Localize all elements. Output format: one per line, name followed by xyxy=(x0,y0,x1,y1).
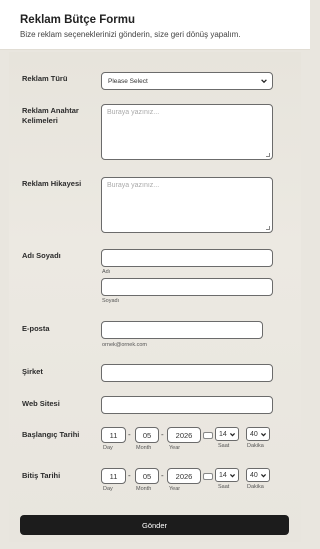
end-month-input[interactable]: 05 xyxy=(135,468,159,484)
start-hour-sublabel: Saat xyxy=(218,443,230,449)
end-minute-select[interactable]: 40 xyxy=(246,468,270,482)
start-year-input[interactable]: 2026 xyxy=(167,427,201,443)
start-day-input[interactable]: 11 xyxy=(101,427,126,443)
start-minute-value: 40 xyxy=(250,430,258,438)
keywords-placeholder: Buraya yazınız... xyxy=(107,109,160,116)
start-hour-value: 14 xyxy=(219,430,227,438)
end-minute-value: 40 xyxy=(250,471,258,479)
last-name-input[interactable] xyxy=(101,278,273,296)
start-hour-select[interactable]: 14 xyxy=(215,427,239,441)
company-label: Şirket xyxy=(22,367,43,376)
date-separator: - xyxy=(128,430,131,439)
first-name-input[interactable] xyxy=(101,249,273,267)
email-label: E-posta xyxy=(22,324,50,333)
calendar-icon[interactable] xyxy=(203,432,213,439)
email-sublabel: ornek@ornek.com xyxy=(102,342,148,348)
form-subtitle: Bize reklam seçeneklerinizi gönderin, si… xyxy=(20,30,241,39)
end-month-sublabel: Month xyxy=(136,486,152,492)
ad-type-select[interactable]: Please Select xyxy=(101,72,273,90)
keywords-label: Reklam Anahtar Kelimeleri xyxy=(22,106,79,125)
chevron-down-icon xyxy=(229,432,236,436)
end-hour-select[interactable]: 14 xyxy=(215,468,239,482)
story-placeholder: Buraya yazınız... xyxy=(107,182,160,189)
date-separator: - xyxy=(128,471,131,480)
chevron-down-icon xyxy=(260,473,267,477)
website-input[interactable] xyxy=(101,396,273,414)
start-date-label: Başlangıç Tarihi xyxy=(22,430,80,439)
date-separator: - xyxy=(161,430,164,439)
email-field[interactable] xyxy=(101,321,263,339)
start-month-input[interactable]: 05 xyxy=(135,427,159,443)
story-textarea[interactable]: Buraya yazınız... xyxy=(101,177,273,233)
start-minute-select[interactable]: 40 xyxy=(246,427,270,441)
submit-button[interactable]: Gönder xyxy=(20,515,289,535)
start-day-sublabel: Day xyxy=(103,445,113,451)
end-year-sublabel: Year xyxy=(169,486,181,492)
keywords-textarea[interactable]: Buraya yazınız... xyxy=(101,104,273,160)
end-day-sublabel: Day xyxy=(103,486,113,492)
end-day-input[interactable]: 11 xyxy=(101,468,126,484)
website-label: Web Sitesi xyxy=(22,399,60,408)
first-name-sublabel: Adı xyxy=(102,269,111,275)
form-title: Reklam Bütçe Formu xyxy=(20,14,136,26)
story-label: Reklam Hikayesi xyxy=(22,179,82,188)
resize-handle-icon[interactable] xyxy=(266,153,270,157)
fullname-label: Adı Soyadı xyxy=(22,251,61,260)
end-minute-sublabel: Dakika xyxy=(247,484,264,490)
end-date-label: Bitiş Tarihi xyxy=(22,471,61,480)
start-year-sublabel: Year xyxy=(169,445,181,451)
chevron-down-icon xyxy=(260,432,267,436)
chevron-down-icon xyxy=(229,473,236,477)
end-hour-value: 14 xyxy=(219,471,227,479)
last-name-sublabel: Soyadı xyxy=(102,298,120,304)
form-body: Reklam Türü Please Select Reklam Anahtar… xyxy=(9,52,301,542)
company-input[interactable] xyxy=(101,364,273,382)
resize-handle-icon[interactable] xyxy=(266,226,270,230)
start-month-sublabel: Month xyxy=(136,445,152,451)
form-header: Reklam Bütçe Formu Bize reklam seçenekle… xyxy=(0,0,310,50)
chevron-down-icon xyxy=(261,79,267,84)
start-minute-sublabel: Dakika xyxy=(247,443,264,449)
ad-type-value: Please Select xyxy=(108,77,148,85)
ad-type-label: Reklam Türü xyxy=(22,74,68,83)
calendar-icon[interactable] xyxy=(203,473,213,480)
end-year-input[interactable]: 2026 xyxy=(167,468,201,484)
end-hour-sublabel: Saat xyxy=(218,484,230,490)
date-separator: - xyxy=(161,471,164,480)
